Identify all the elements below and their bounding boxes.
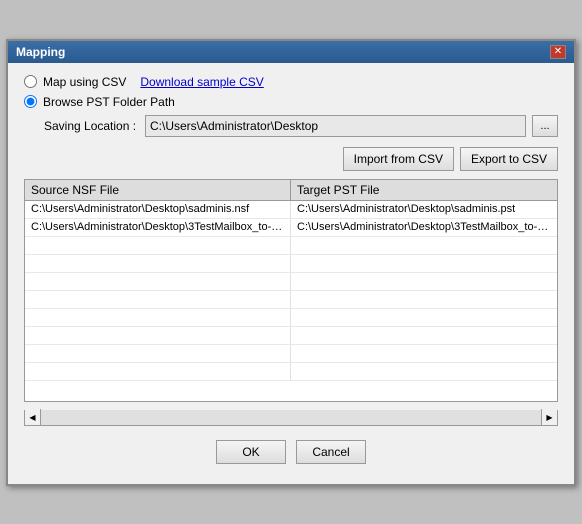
- scroll-left-button[interactable]: ◀: [25, 409, 41, 425]
- map-csv-row: Map using CSV Download sample CSV: [24, 75, 558, 89]
- browse-pst-row: Browse PST Folder Path: [24, 95, 558, 109]
- import-from-csv-button[interactable]: Import from CSV: [343, 147, 454, 171]
- mapping-table: Source NSF File Target PST File C:\Users…: [24, 179, 558, 402]
- col1-header: Source NSF File: [25, 180, 291, 200]
- empty-row: [25, 363, 557, 381]
- import-export-row: Import from CSV Export to CSV: [24, 147, 558, 171]
- cancel-button[interactable]: Cancel: [296, 440, 366, 464]
- mapping-dialog: Mapping ✕ Map using CSV Download sample …: [6, 39, 576, 486]
- export-to-csv-button[interactable]: Export to CSV: [460, 147, 558, 171]
- source-nsf-cell: C:\Users\Administrator\Desktop\sadminis.…: [25, 201, 291, 218]
- scroll-right-button[interactable]: ▶: [541, 409, 557, 425]
- ok-button[interactable]: OK: [216, 440, 286, 464]
- empty-row: [25, 309, 557, 327]
- browse-pst-radio[interactable]: [24, 95, 37, 108]
- target-pst-cell: C:\Users\Administrator\Desktop\sadminis.…: [291, 201, 557, 218]
- saving-location-label: Saving Location :: [44, 119, 139, 133]
- browse-button[interactable]: ...: [532, 115, 558, 137]
- close-button[interactable]: ✕: [550, 45, 566, 59]
- target-pst-cell: C:\Users\Administrator\Desktop\3TestMail…: [291, 219, 557, 236]
- scroll-track: [41, 410, 541, 425]
- source-nsf-cell: C:\Users\Administrator\Desktop\3TestMail…: [25, 219, 291, 236]
- dialog-body: Map using CSV Download sample CSV Browse…: [8, 63, 574, 484]
- empty-row: [25, 345, 557, 363]
- title-bar: Mapping ✕: [8, 41, 574, 63]
- table-header: Source NSF File Target PST File: [25, 180, 557, 201]
- table-body: C:\Users\Administrator\Desktop\sadminis.…: [25, 201, 557, 401]
- saving-location-row: Saving Location : ...: [44, 115, 558, 137]
- browse-pst-label: Browse PST Folder Path: [43, 95, 175, 109]
- col2-header: Target PST File: [291, 180, 557, 200]
- empty-row: [25, 237, 557, 255]
- empty-row: [25, 273, 557, 291]
- dialog-title: Mapping: [16, 45, 65, 59]
- table-row[interactable]: C:\Users\Administrator\Desktop\3TestMail…: [25, 219, 557, 237]
- saving-location-input[interactable]: [145, 115, 526, 137]
- bottom-buttons: OK Cancel: [24, 436, 558, 472]
- download-sample-link[interactable]: Download sample CSV: [140, 75, 263, 89]
- empty-row: [25, 327, 557, 345]
- map-csv-radio[interactable]: [24, 75, 37, 88]
- table-row[interactable]: C:\Users\Administrator\Desktop\sadminis.…: [25, 201, 557, 219]
- horizontal-scrollbar[interactable]: ◀ ▶: [24, 410, 558, 426]
- map-csv-label: Map using CSV: [43, 75, 126, 89]
- empty-row: [25, 255, 557, 273]
- empty-row: [25, 291, 557, 309]
